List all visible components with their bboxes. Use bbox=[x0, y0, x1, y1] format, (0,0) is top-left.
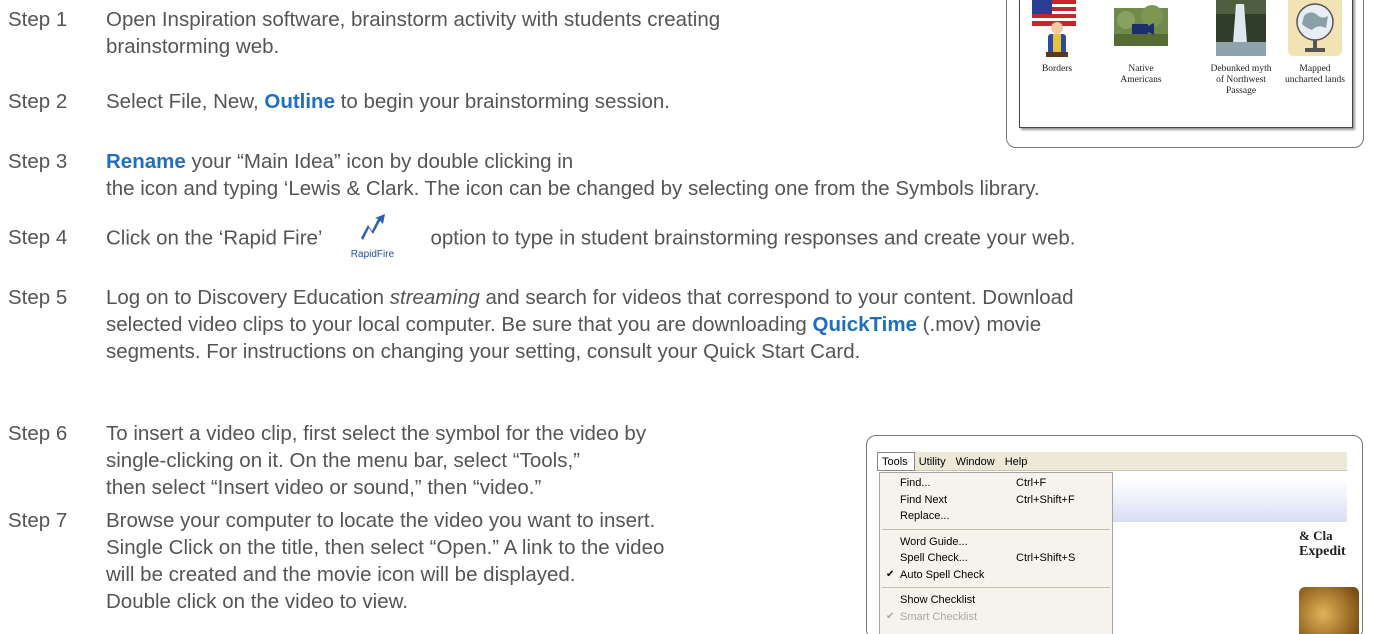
menu-bar: Tools Utility Window Help bbox=[877, 452, 1347, 471]
menu-item-word-guide[interactable]: Word Guide... bbox=[880, 534, 1112, 551]
step-text: Log on to Discovery Education bbox=[106, 286, 390, 309]
step-text: Select File, New, bbox=[106, 90, 265, 113]
waterfall-icon bbox=[1212, 0, 1270, 58]
menu-item-shortcut: Ctrl+F bbox=[1016, 477, 1047, 489]
menu-item-smart-checklist: ✔ Smart Checklist bbox=[880, 609, 1112, 626]
menu-item-label: Auto Spell Check bbox=[900, 568, 985, 581]
step-text: to begin your brainstorming session. bbox=[334, 90, 670, 113]
menu-item-find[interactable]: Find... Ctrl+F bbox=[880, 475, 1112, 492]
symbol-caption: Debunked myth of Northwest Passage bbox=[1210, 64, 1272, 96]
menu-window[interactable]: Window bbox=[952, 453, 1001, 470]
menu-tools[interactable]: Tools bbox=[877, 452, 915, 471]
step-text: Open Inspiration software, brainstorm ac… bbox=[106, 8, 721, 31]
symbol-caption: Mapped uncharted lands bbox=[1285, 64, 1345, 85]
step-text-cont: segments. For instructions on changing y… bbox=[106, 340, 861, 363]
symbol-caption: Native Americans bbox=[1120, 64, 1162, 85]
video-clip-icon bbox=[1112, 0, 1170, 58]
step-6: Step 6 To insert a video clip, first sele… bbox=[8, 420, 646, 501]
menu-separator bbox=[882, 587, 1110, 588]
step-text: Browse your computer to locate the video… bbox=[106, 509, 656, 532]
step-text-cont: the icon and typing ‘Lewis & Clark. The … bbox=[106, 177, 1040, 200]
step-label: Step 3 bbox=[8, 150, 68, 173]
symbol-mapped-lands: Mapped uncharted lands bbox=[1282, 0, 1348, 86]
flag-figure-icon bbox=[1028, 0, 1086, 58]
keyword-quicktime: QuickTime bbox=[812, 313, 917, 336]
step-text-cont: will be created and the movie icon will … bbox=[106, 563, 576, 586]
menu-item-label: Find... bbox=[900, 477, 931, 489]
menu-item-show-checklist[interactable]: Show Checklist bbox=[880, 592, 1112, 609]
step-text-cont: Double click on the video to view. bbox=[106, 590, 408, 613]
menu-item-label: Word Guide... bbox=[900, 535, 968, 548]
step-1: Step 1 Open Inspiration software, brainst… bbox=[8, 6, 720, 60]
step-text: and search for videos that correspond to… bbox=[479, 286, 1074, 309]
menu-item-label: Find Next bbox=[900, 493, 948, 506]
tools-menu-screenshot: Tools Utility Window Help & Cla Expedit Fin… bbox=[866, 435, 1363, 634]
step-text: (.mov) movie bbox=[916, 313, 1042, 336]
step-label: Step 2 bbox=[8, 90, 68, 113]
menu-item-shortcut: Ctrl+Shift+F bbox=[1016, 493, 1075, 506]
menu-separator bbox=[882, 528, 1110, 530]
step-text: selected video clips to your local compu… bbox=[106, 313, 813, 336]
step-text-cont: selected video clips to your local compu… bbox=[8, 311, 1073, 338]
document-preview: & Cla Expedit bbox=[1113, 472, 1359, 634]
menu-item-label: Replace... bbox=[900, 510, 950, 522]
globe-icon bbox=[1286, 0, 1344, 58]
tools-dropdown-menu: Find... Ctrl+F Find Next Ctrl+Shift+F Repl… bbox=[879, 472, 1113, 634]
step-label: Step 6 bbox=[8, 422, 68, 445]
symbol-native-americans: Native Americans bbox=[1108, 0, 1174, 86]
checkmark-icon: ✔ bbox=[886, 610, 895, 622]
menu-utility[interactable]: Utility bbox=[915, 453, 952, 470]
menu-item-replace[interactable]: Replace... bbox=[880, 508, 1112, 525]
menu-item-auto-spell-check[interactable]: ✔ Auto Spell Check bbox=[880, 567, 1112, 584]
menu-item-find-next[interactable]: Find Next Ctrl+Shift+F bbox=[880, 492, 1112, 509]
step-text-cont: Single Click on the title, then select “… bbox=[106, 536, 665, 559]
step-4: Step 4 Click on the ‘Rapid Fire’ RapidFir… bbox=[8, 214, 1076, 260]
streaming-italic: streaming bbox=[389, 286, 480, 309]
step-label: Step 7 bbox=[8, 509, 68, 532]
document-title-fragment: & Cla bbox=[1299, 528, 1333, 543]
step-text: To insert a video clip, first select the… bbox=[106, 422, 647, 445]
step-2: Step 2 Select File, New, Outline to begin… bbox=[8, 88, 670, 115]
step-text: your “Main Idea” icon by double clicking… bbox=[185, 150, 574, 173]
step-label: Step 4 bbox=[8, 226, 68, 250]
symbol-northwest-passage: Debunked myth of Northwest Passage bbox=[1208, 0, 1274, 97]
checkmark-icon: ✔ bbox=[886, 568, 895, 580]
step-7: Step 7 Browse your computer to locate the… bbox=[8, 507, 664, 615]
keyword-outline: Outline bbox=[264, 90, 335, 113]
document-header-band bbox=[1113, 480, 1347, 522]
menu-help[interactable]: Help bbox=[1001, 453, 1034, 470]
compass-image bbox=[1299, 587, 1359, 634]
document-title-fragment: Expedit bbox=[1299, 544, 1346, 559]
menu-item-label: Show Checklist bbox=[900, 594, 976, 606]
step-text-cont: then select “Insert video or sound,” the… bbox=[106, 476, 542, 499]
menu-item-label: Smart Checklist bbox=[900, 610, 978, 623]
menu-item-shortcut: Ctrl+Shift+S bbox=[1016, 552, 1076, 564]
step-text: option to type in student brainstorming … bbox=[430, 226, 1076, 250]
rapid-fire-icon: RapidFire bbox=[342, 213, 402, 260]
step-text-cont: brainstorming web. bbox=[106, 35, 280, 58]
symbols-screenshot: Borders Native Americans Debunked myth o… bbox=[1006, 0, 1364, 148]
step-text: Click on the ‘Rapid Fire’ bbox=[106, 226, 323, 250]
symbols-library: Borders Native Americans Debunked myth o… bbox=[1019, 0, 1353, 128]
keyword-rename: Rename bbox=[106, 150, 186, 173]
step-label: Step 5 bbox=[8, 286, 68, 309]
step-3: Step 3 Rename your “Main Idea” icon by do… bbox=[8, 148, 1040, 202]
symbol-borders: Borders bbox=[1024, 0, 1090, 75]
menu-item-spell-check[interactable]: Spell Check... Ctrl+Shift+S bbox=[880, 550, 1112, 567]
step-label: Step 1 bbox=[8, 8, 68, 31]
rapid-fire-caption: RapidFire bbox=[350, 249, 395, 260]
menu-item-label: Spell Check... bbox=[900, 552, 968, 564]
symbol-caption: Borders bbox=[1041, 64, 1073, 74]
step-text-cont: single-clicking on it. On the menu bar, … bbox=[106, 449, 580, 472]
step-5: Step 5 Log on to Discovery Education stre… bbox=[8, 284, 1073, 365]
